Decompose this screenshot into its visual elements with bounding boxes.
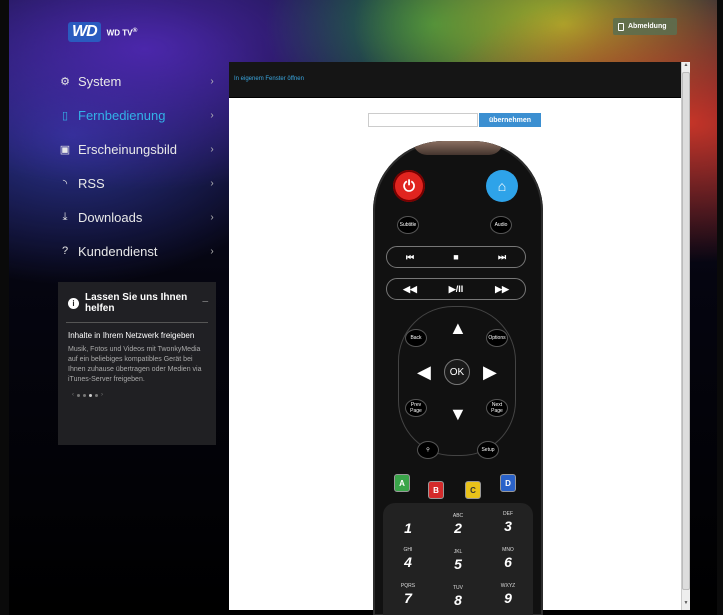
color-button-d[interactable]: D	[500, 474, 516, 492]
power-icon: ⏻	[403, 177, 415, 195]
scroll-down-icon[interactable]: ▼	[682, 600, 690, 610]
chevron-right-icon: ›	[210, 177, 214, 189]
help-panel: i Lassen Sie uns Ihnen helfen _ Inhalte …	[58, 282, 216, 445]
chevron-right-icon: ›	[210, 211, 214, 223]
color-button-a[interactable]: A	[394, 474, 410, 492]
transport-row-2: ◀◀ ▶/II ▶▶	[386, 278, 526, 300]
sidebar-item-rss[interactable]: ◝ RSS ›	[58, 166, 218, 200]
pager-dot[interactable]	[83, 393, 86, 397]
help-collapse-button[interactable]: _	[202, 292, 208, 303]
chevron-right-icon: ›	[210, 75, 214, 87]
power-button[interactable]: ⏻	[393, 170, 425, 202]
chevron-left-icon[interactable]: ‹	[72, 392, 74, 398]
key-3[interactable]: DEF 3	[489, 511, 527, 536]
remote-icon: ▯	[61, 109, 69, 122]
sidebar-item-label: Downloads	[78, 209, 143, 225]
remote-ir-window	[413, 141, 503, 155]
back-button[interactable]: Back	[405, 329, 427, 347]
setup-button[interactable]: Setup	[477, 441, 499, 459]
sidebar-item-fernbedienung[interactable]: ▯ Fernbedienung ›	[58, 98, 218, 132]
rss-icon: ◝	[62, 177, 68, 190]
prev-page-button[interactable]: Prev Page	[405, 399, 427, 417]
number-pad: 1 ABC 2 DEF 3 GHI 4 JKL 5 MNO 6 PQRS 7 TUV 8 WX…	[383, 503, 533, 615]
product-name: WD TV®	[106, 26, 138, 38]
info-icon: i	[68, 298, 79, 309]
image-icon: ▣	[59, 143, 71, 156]
chevron-right-icon: ›	[210, 143, 214, 155]
arrow-left-button[interactable]: ◀	[417, 363, 431, 381]
chevron-right-icon: ›	[210, 109, 214, 121]
apply-button[interactable]: übernehmen	[479, 113, 541, 127]
content-toolbar: In eigenem Fenster öffnen	[229, 62, 681, 98]
wd-tv-logo: WD WD TV®	[68, 22, 137, 42]
previous-track-button[interactable]: ⏮	[395, 252, 425, 263]
arrow-up-button[interactable]: ▲	[449, 319, 467, 337]
key-6[interactable]: MNO 6	[489, 547, 527, 572]
gear-icon: ⚙	[60, 75, 70, 88]
home-icon: ⌂	[497, 178, 507, 194]
help-subtitle: Inhalte in Ihrem Netzwerk freigeben	[68, 331, 195, 340]
url-input[interactable]	[368, 113, 478, 127]
download-icon: ⤓	[62, 210, 68, 223]
sidebar-item-label: Erscheinungsbild	[78, 141, 178, 157]
key-7[interactable]: PQRS 7	[389, 583, 427, 608]
window-left-edge	[0, 0, 9, 615]
key-4[interactable]: GHI 4	[389, 547, 427, 572]
fast-forward-button[interactable]: ▶▶	[487, 284, 517, 295]
sidebar-item-label: Fernbedienung	[78, 107, 166, 123]
next-track-button[interactable]: ⏭	[487, 252, 517, 263]
help-header: i Lassen Sie uns Ihnen helfen _	[58, 282, 216, 314]
arrow-right-button[interactable]: ▶	[483, 363, 497, 381]
question-icon: ?	[61, 245, 69, 257]
search-button[interactable]: ⚲	[417, 441, 439, 459]
sidebar-item-erscheinungsbild[interactable]: ▣ Erscheinungsbild ›	[58, 132, 218, 166]
pager-dot[interactable]	[77, 393, 80, 397]
sidebar-item-downloads[interactable]: ⤓ Downloads ›	[58, 200, 218, 234]
virtual-remote: ⏻ ⌂ Subtitle Audio ⏮ ■ ⏭ ◀◀ ▶/II ▶▶ Back…	[373, 141, 543, 615]
subtitle-button[interactable]: Subtitle	[397, 216, 419, 234]
logout-button[interactable]: Abmeldung	[613, 18, 677, 35]
sidebar-item-kundendienst[interactable]: ? Kundendienst ›	[58, 234, 218, 268]
pager-dot[interactable]	[89, 393, 92, 397]
chevron-right-icon[interactable]: ›	[101, 392, 103, 398]
help-title: Lassen Sie uns Ihnen helfen	[85, 292, 188, 314]
sidebar-item-label: System	[78, 73, 122, 89]
key-9[interactable]: WXYZ 9	[489, 583, 527, 608]
sidebar-item-label: Kundendienst	[78, 243, 158, 259]
arrow-down-button[interactable]: ▼	[449, 405, 467, 423]
audio-button[interactable]: Audio	[490, 216, 512, 234]
wd-logo: WD	[68, 22, 101, 42]
content-scrollbar[interactable]: ▲ ▼	[681, 62, 690, 610]
sidebar-item-system[interactable]: ⚙ System ›	[58, 64, 218, 98]
sidebar-nav: ⚙ System › ▯ Fernbedienung › ▣ Erscheinungsbi…	[58, 64, 218, 268]
options-button[interactable]: Options	[486, 329, 508, 347]
ok-button[interactable]: OK	[444, 359, 470, 385]
key-2[interactable]: ABC 2	[439, 513, 477, 538]
rewind-button[interactable]: ◀◀	[395, 284, 425, 295]
window-right-edge	[717, 0, 723, 615]
key-5[interactable]: JKL 5	[439, 549, 477, 574]
lock-icon	[618, 22, 624, 31]
key-1[interactable]: 1	[389, 513, 427, 538]
transport-row-1: ⏮ ■ ⏭	[386, 246, 526, 268]
color-button-b[interactable]: B	[428, 481, 444, 499]
key-8[interactable]: TUV 8	[439, 585, 477, 610]
pager-dot[interactable]	[95, 393, 98, 397]
stop-button[interactable]: ■	[441, 252, 471, 262]
next-page-button[interactable]: Next Page	[486, 399, 508, 417]
carousel-pager: ‹ ›	[58, 385, 216, 398]
logout-label: Abmeldung	[628, 23, 667, 30]
scrollbar-thumb[interactable]	[682, 72, 690, 590]
remote-content-panel: In eigenem Fenster öffnen übernehmen ⏻ ⌂…	[229, 62, 681, 615]
chevron-right-icon: ›	[210, 245, 214, 257]
help-body: Musik, Fotos und Videos mit TwonkyMedia …	[68, 346, 202, 383]
color-button-c[interactable]: C	[465, 481, 481, 499]
divider	[66, 322, 208, 323]
scroll-up-icon[interactable]: ▲	[682, 62, 690, 72]
sidebar-item-label: RSS	[78, 175, 105, 191]
search-icon: ⚲	[426, 447, 430, 453]
home-button[interactable]: ⌂	[486, 170, 518, 202]
play-pause-button[interactable]: ▶/II	[441, 284, 471, 295]
open-in-window-link[interactable]: In eigenem Fenster öffnen	[234, 76, 304, 82]
